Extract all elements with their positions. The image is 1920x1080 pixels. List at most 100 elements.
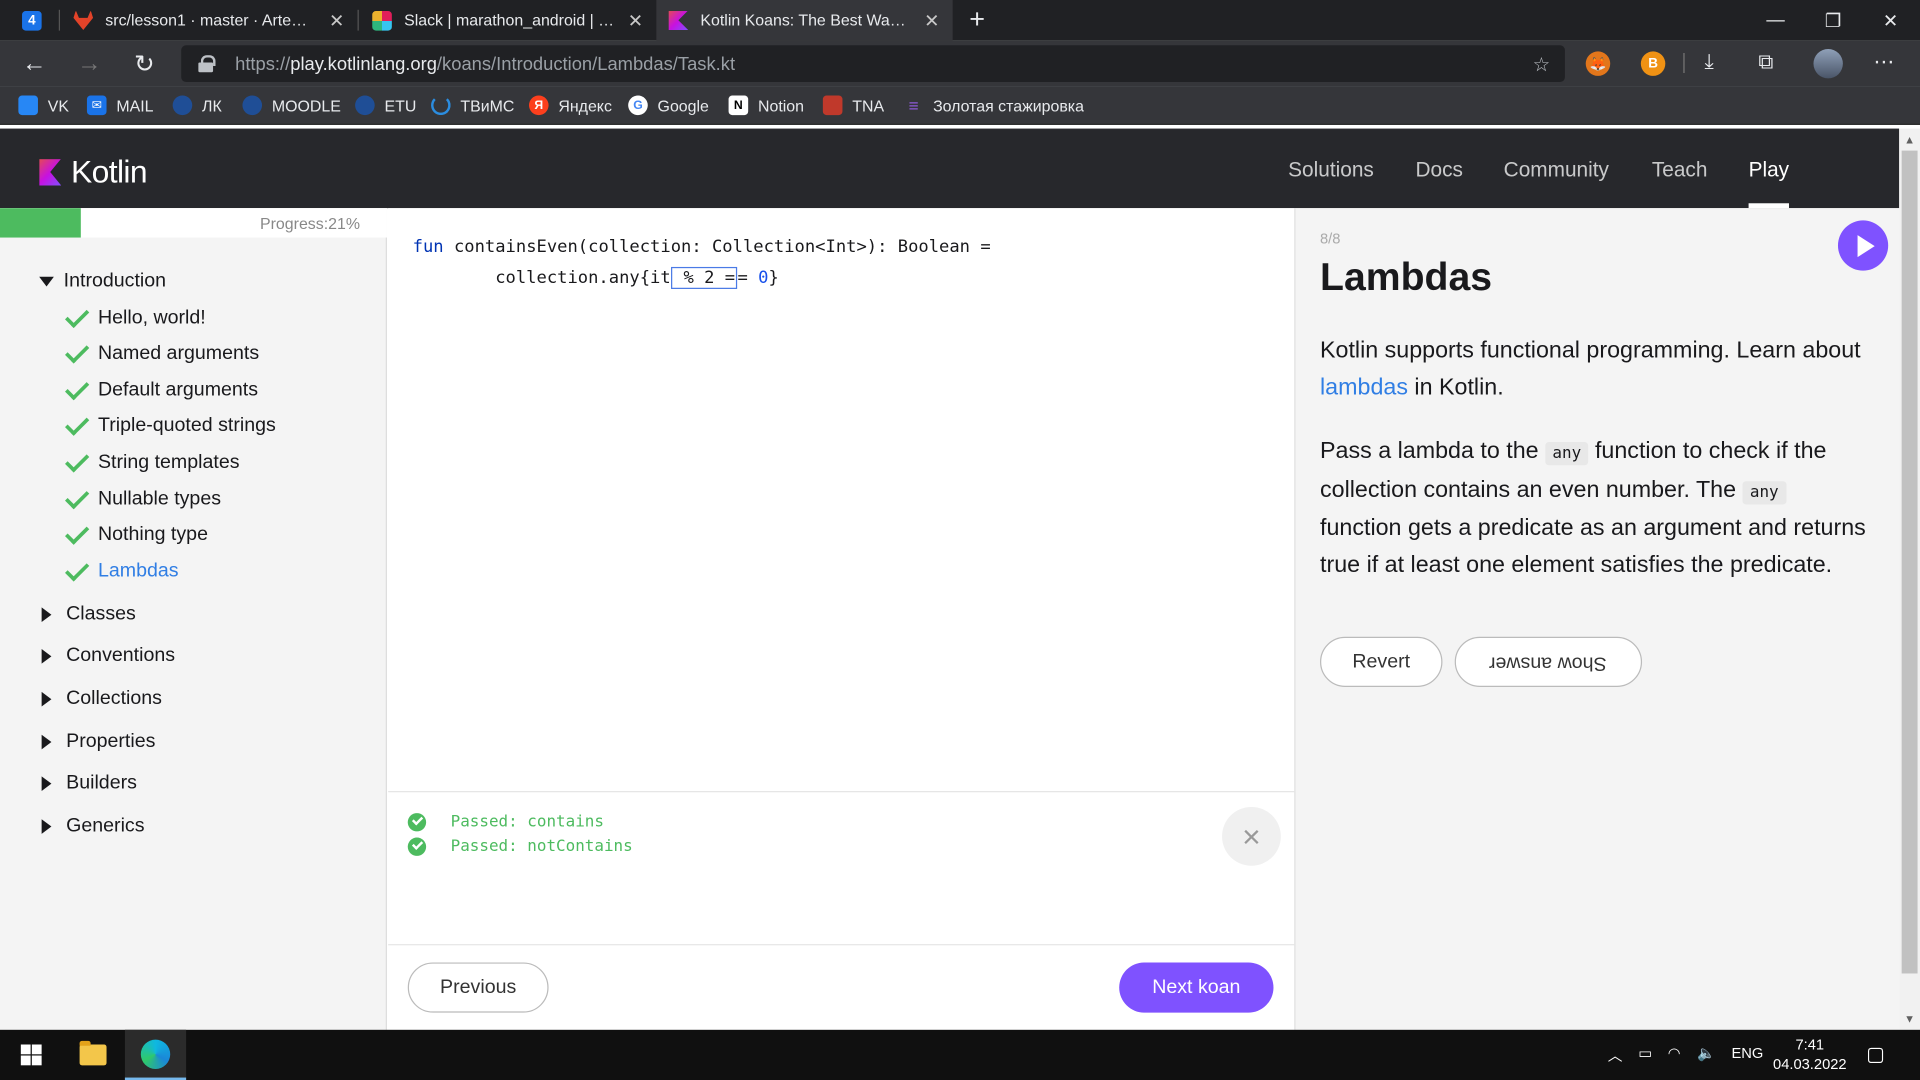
task-named-arguments[interactable]: Named arguments [65,339,259,365]
edge-taskbar-button[interactable] [124,1029,187,1080]
etu-icon [172,95,193,116]
bookmark-yandex[interactable]: Я Яндекс [528,95,612,116]
task-default-arguments[interactable]: Default arguments [65,376,258,402]
downloads-icon[interactable]: ⤓ [1705,50,1714,74]
bookmark-golden-internship[interactable]: ≡ Золотая стажировка [904,96,1084,116]
section-builders[interactable]: Builders [39,773,137,795]
nav-solutions[interactable]: Solutions [1288,158,1374,182]
yandex-icon: Я [528,95,549,116]
more-menu-icon[interactable]: ⋯ [1873,50,1894,74]
nav-play[interactable]: Play [1749,158,1790,182]
section-properties[interactable]: Properties [39,731,155,753]
url-bar[interactable]: https://play.kotlinlang.org/koans/Introd… [181,45,1565,83]
profile-avatar[interactable] [1813,48,1843,79]
bookmark-mail[interactable]: ✉ MAIL [86,95,153,116]
section-collections[interactable]: Collections [39,688,162,710]
file-explorer-button[interactable] [62,1030,123,1080]
next-koan-button[interactable]: Next koan [1119,962,1274,1013]
wifi-icon[interactable]: ◠ [1668,1044,1681,1061]
minimize-icon[interactable]: — [1747,0,1803,40]
site-header: Kotlin Solutions Docs Community Teach Pl… [0,128,1900,209]
extension-b-icon[interactable]: B [1640,51,1666,76]
task-lambdas[interactable]: Lambdas [65,557,179,583]
task-nullable-types[interactable]: Nullable types [65,485,221,511]
clock[interactable]: 7:41 04.03.2022 [1766,1035,1854,1074]
section-introduction[interactable]: Introduction [39,271,166,293]
close-console-button[interactable]: × [1222,806,1281,866]
favorite-star-icon[interactable]: ☆ [1533,53,1551,77]
check-icon [65,339,90,364]
check-icon [65,557,90,582]
tab-pinned[interactable]: 4 [10,0,59,40]
tray-chevron-icon[interactable]: ︿ [1608,1044,1623,1065]
close-tab-icon[interactable]: ✕ [923,9,940,31]
google-icon: G [628,95,648,116]
bookmark-moodle[interactable]: MOODLE [242,95,341,116]
gitlab-icon [73,10,94,31]
kotlin-logo[interactable]: Kotlin [39,153,148,191]
scroll-up-icon[interactable]: ▲ [1904,133,1915,145]
check-icon [65,485,90,510]
task-triple-quoted-strings[interactable]: Triple-quoted strings [65,411,276,437]
notifications-icon[interactable]: ▢ [1866,1042,1885,1066]
tab-gitlab[interactable]: src/lesson1 · master · Artem Pina ✕ [61,0,357,40]
reload-icon[interactable]: ↻ [129,49,161,78]
bookmark-notion[interactable]: N Notion [728,95,804,116]
previous-button[interactable]: Previous [407,962,549,1013]
section-classes[interactable]: Classes [39,604,136,626]
section-generics[interactable]: Generics [39,816,145,838]
battery-icon[interactable]: ▭ [1638,1044,1652,1061]
metamask-icon[interactable]: 🦊 [1585,51,1611,76]
lambdas-link[interactable]: lambdas [1320,374,1408,400]
text-selection: % 2 = [670,266,738,289]
collapsed-arrow-icon [41,648,52,664]
bookmark-tvims[interactable]: ТВиМС [431,95,514,116]
section-conventions[interactable]: Conventions [39,645,175,667]
show-answer-button[interactable]: Show answer [1454,636,1643,687]
task-string-templates[interactable]: String templates [65,448,240,474]
bookmark-etu[interactable]: ETU [355,95,416,116]
bookmark-google[interactable]: G Google [628,95,709,116]
scroll-down-icon[interactable]: ▼ [1904,1013,1915,1025]
code-editor[interactable]: fun containsEven(collection: Collection<… [388,208,1295,792]
tab-kotlin-koans[interactable]: Kotlin Koans: The Best Way To Le ✕ [656,0,953,41]
close-tab-icon[interactable]: ✕ [627,9,644,31]
tab-slack[interactable]: Slack | marathon_android | Vibel ✕ [360,0,656,40]
back-icon[interactable]: ← [18,49,50,78]
new-tab-button[interactable]: + [964,4,991,36]
slack-icon [372,10,392,31]
page-scrollbar[interactable]: ▲ ▼ [1899,128,1920,1030]
inline-code: any [1545,442,1589,466]
loading-icon [431,95,451,116]
bookmark-vk[interactable]: VK [18,95,69,116]
url-text[interactable]: https://play.kotlinlang.org/koans/Introd… [235,53,735,74]
close-tab-icon[interactable]: ✕ [328,9,345,31]
close-window-icon[interactable]: ✕ [1862,0,1918,40]
revert-button[interactable]: Revert [1320,636,1443,687]
vk-icon [18,95,38,116]
collapsed-arrow-icon [41,607,52,623]
check-icon [65,303,90,329]
run-button[interactable] [1837,220,1889,271]
nav-docs[interactable]: Docs [1416,158,1463,182]
task-nothing-type[interactable]: Nothing type [65,520,208,546]
forward-icon[interactable]: → [73,49,105,78]
koan-navigation: Previous Next koan [388,944,1295,1030]
progress-label: Progress:21% [260,214,361,233]
scrollbar-thumb[interactable] [1901,150,1918,974]
code-text[interactable]: fun containsEven(collection: Collection<… [413,233,991,294]
task-description-panel: 8/8 Lambdas Kotlin supports functional p… [1294,208,1900,1030]
collections-icon[interactable]: ⧉ [1758,50,1773,74]
windows-start-icon[interactable] [20,1044,42,1066]
calendar-icon: 4 [22,10,42,31]
bookmark-tna[interactable]: TNA [822,95,884,116]
language-indicator[interactable]: ENG [1731,1044,1763,1061]
restore-icon[interactable]: ❐ [1805,0,1861,40]
test-result: Passed: notContains [407,837,633,856]
volume-icon[interactable]: 🔈 [1697,1044,1715,1061]
nav-teach[interactable]: Teach [1652,158,1708,182]
task-hello-world[interactable]: Hello, world! [65,303,206,329]
nav-community[interactable]: Community [1504,158,1609,182]
bookmark-lk[interactable]: ЛК [172,95,222,116]
kotlin-logo-icon [39,158,62,186]
